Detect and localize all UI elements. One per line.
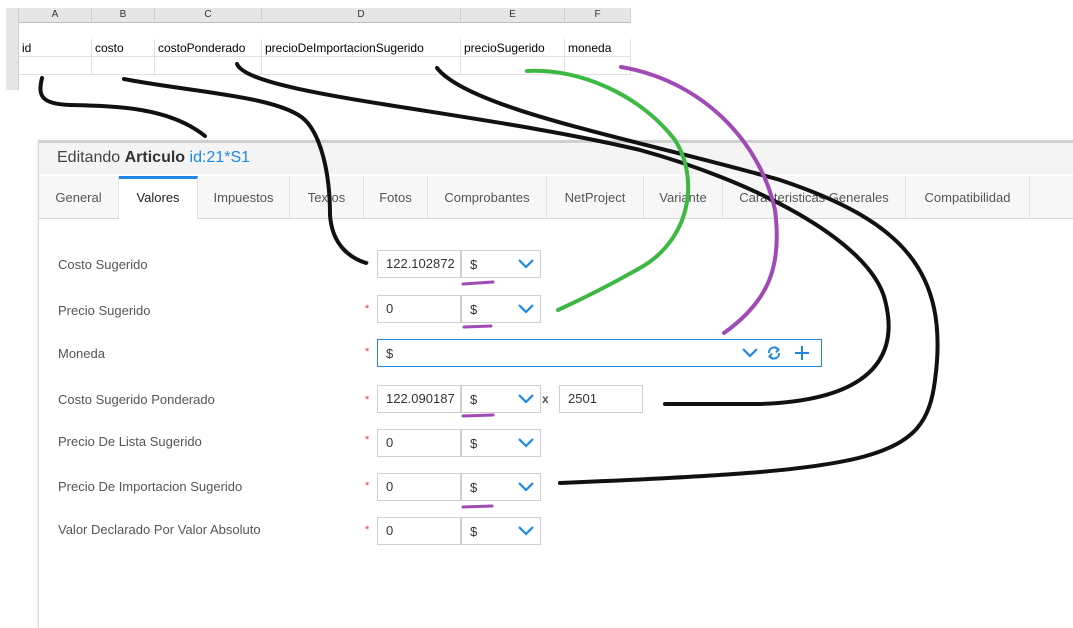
currency-underline	[461, 280, 495, 286]
annotation-line-moneda	[619, 65, 779, 335]
currency-underline	[461, 504, 494, 509]
annotation-line-precio-importacion	[435, 66, 940, 485]
annotation-overlay	[38, 62, 940, 509]
annotation-line-precio-sugerido	[525, 68, 691, 312]
currency-underline	[462, 324, 493, 329]
annotation-line-costo	[122, 77, 368, 265]
currency-underline	[461, 413, 495, 418]
